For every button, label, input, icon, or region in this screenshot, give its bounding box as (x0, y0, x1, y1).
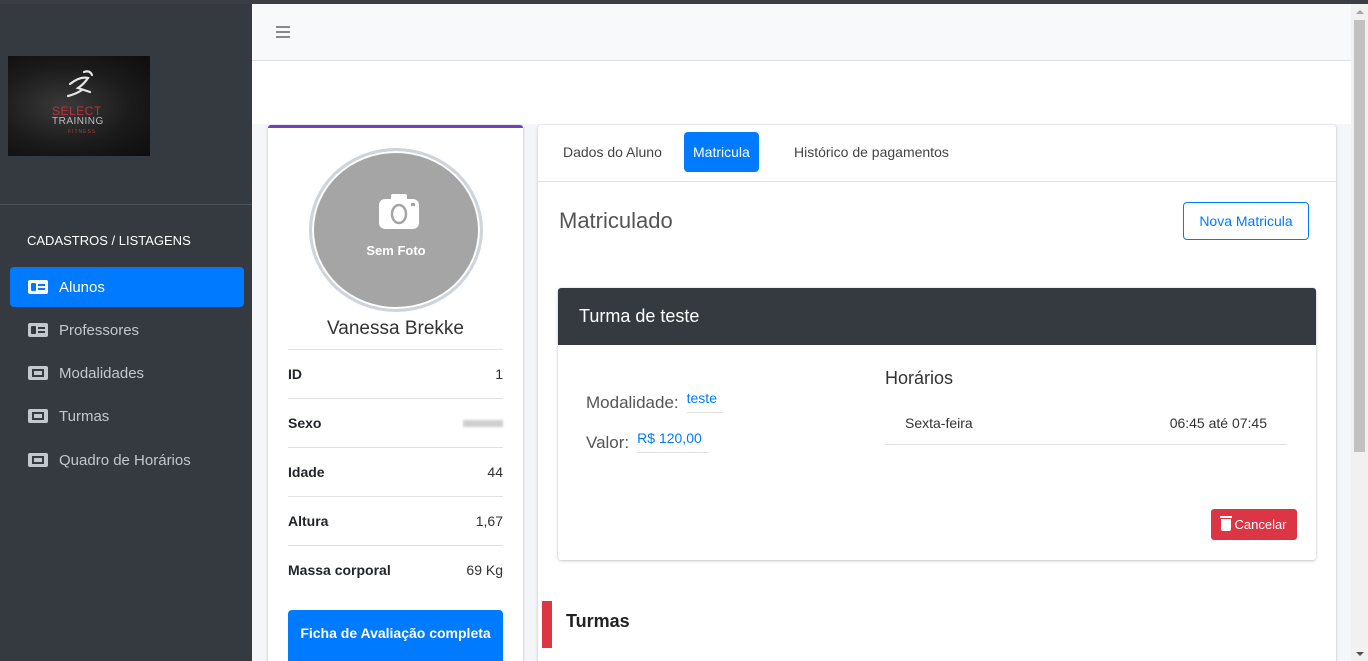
ticket-icon (28, 366, 48, 380)
cancelar-label: Cancelar (1234, 517, 1287, 532)
tab-matricula[interactable]: Matricula (684, 132, 759, 172)
sidebar-item-label: Modalidades (59, 364, 145, 382)
tabs-bar: Dados do Aluno Matricula Histórico de pa… (538, 125, 1336, 182)
cancelar-button[interactable]: Cancelar (1211, 509, 1297, 540)
info-label: Idade (288, 464, 325, 480)
enrollment-status: Matriculado (559, 208, 673, 233)
sidebar-item-modalidades[interactable]: Modalidades (10, 353, 244, 393)
info-row-massa-corporal: Massa corporal 69 Kg (288, 545, 503, 594)
sidebar-item-alunos[interactable]: Alunos (10, 267, 244, 307)
id-card-icon (28, 280, 48, 294)
trash-icon (1220, 515, 1233, 531)
info-value: 44 (487, 464, 503, 480)
horarios-title: Horários (885, 368, 954, 388)
scrollbar-thumb[interactable] (1354, 20, 1365, 452)
sidebar-item-quadro-de-horarios[interactable]: Quadro de Horários (10, 440, 244, 480)
horario-day: Sexta-feira (905, 414, 973, 431)
info-value: 69 Kg (466, 562, 503, 578)
sidebar-item-professores[interactable]: Professores (10, 310, 244, 350)
ticket-icon (28, 409, 48, 423)
modalidade-field: Modalidade: teste (586, 390, 723, 413)
info-value: 1,67 (475, 513, 503, 529)
horario-time: 06:45 até 07:45 (1169, 414, 1267, 431)
valor-field: Valor: R$ 120,00 (586, 430, 708, 453)
scroll-down-arrow-icon[interactable] (1356, 652, 1364, 656)
photo-placeholder-text: Sem Foto (366, 243, 426, 258)
sidebar-item-label: Professores (59, 321, 140, 339)
info-label: ID (288, 366, 302, 382)
blurred-value (463, 419, 503, 427)
turmas-section-title: Turmas (566, 611, 630, 631)
turma-title: Turma de teste (558, 288, 1316, 345)
brand-logo[interactable]: SELECT TRAINING FITNESS (8, 56, 150, 156)
modalidade-label: Modalidade: (586, 393, 679, 412)
valor-label: Valor: (586, 433, 630, 452)
matricula-card: Dados do Aluno Matricula Histórico de pa… (538, 125, 1336, 661)
valor-value[interactable]: R$ 120,00 (637, 430, 708, 453)
hamburger-icon[interactable] (276, 26, 290, 38)
nova-matricula-button[interactable]: Nova Matricula (1183, 202, 1309, 240)
camera-icon (379, 194, 419, 229)
sidebar-item-label: Quadro de Horários (59, 451, 191, 469)
sidebar-divider (0, 204, 252, 205)
top-navbar (252, 0, 1351, 61)
sidebar-section-header: CADASTROS / LISTAGENS (27, 233, 191, 248)
info-row-altura: Altura 1,67 (288, 496, 503, 545)
info-label: Massa corporal (288, 562, 391, 578)
logo-text-training: TRAINING (52, 116, 104, 127)
sidebar-item-label: Alunos (59, 278, 105, 296)
modalidade-value[interactable]: teste (686, 390, 723, 413)
scroll-up-arrow-icon[interactable] (1356, 10, 1364, 14)
content-header (252, 61, 1351, 124)
avatar: Sem Foto (309, 148, 483, 312)
ticket-icon (28, 453, 48, 467)
sidebar: SELECT TRAINING FITNESS CADASTROS / LIST… (0, 0, 252, 661)
horario-row: Sexta-feira 06:45 até 07:45 (885, 401, 1287, 445)
id-card-icon (28, 323, 48, 337)
page-scrollbar[interactable] (1351, 0, 1368, 661)
info-value: 1 (495, 366, 503, 382)
ficha-avaliacao-button[interactable]: Ficha de Avaliação completa (288, 610, 503, 661)
logo-text-fitness: FITNESS (68, 129, 97, 135)
tab-dados-do-aluno[interactable]: Dados do Aluno (554, 132, 671, 172)
info-row-sexo: Sexo (288, 398, 503, 447)
info-label: Altura (288, 513, 329, 529)
tab-historico-de-pagamentos[interactable]: Histórico de pagamentos (785, 132, 958, 172)
runner-logo-icon (66, 70, 94, 98)
student-profile-card: Sem Foto Vanessa Brekke ID 1 Sexo Idade … (268, 125, 523, 661)
turma-card: Turma de teste Modalidade: teste Valor: … (558, 288, 1316, 560)
info-label: Sexo (288, 415, 322, 431)
sidebar-item-turmas[interactable]: Turmas (10, 396, 244, 436)
student-name: Vanessa Brekke (327, 318, 464, 339)
turmas-section-accent (542, 601, 552, 648)
info-row-idade: Idade 44 (288, 447, 503, 496)
info-row-id: ID 1 (288, 349, 503, 398)
sidebar-item-label: Turmas (59, 407, 110, 425)
